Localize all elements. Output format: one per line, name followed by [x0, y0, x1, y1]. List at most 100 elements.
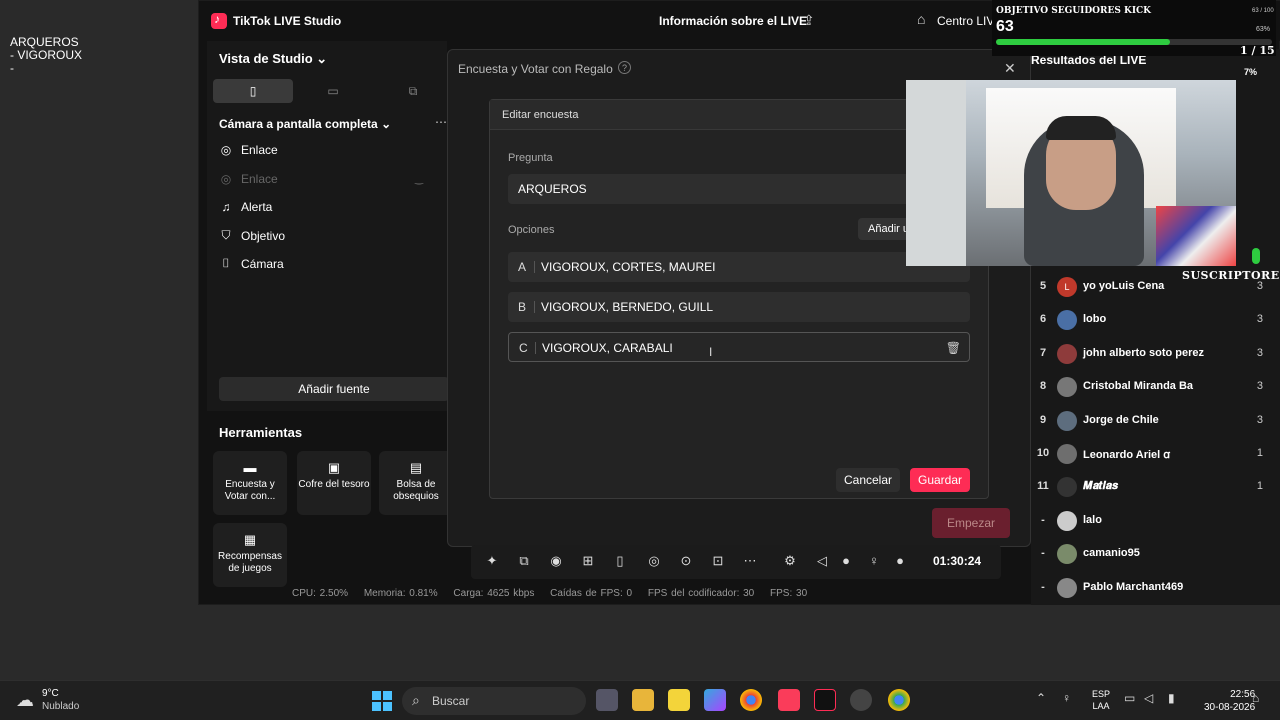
- add-source-button[interactable]: Añadir fuente: [219, 377, 449, 401]
- option-a-input[interactable]: A VIGOROUX, CORTES, MAUREI: [508, 252, 970, 282]
- source-alert[interactable]: ♫ Alerta: [219, 200, 273, 214]
- dual-view-icon[interactable]: ⧉: [373, 79, 453, 103]
- delete-icon[interactable]: 🗑: [946, 333, 961, 363]
- tool-poll[interactable]: ▬ Encuesta y Votar con...: [213, 451, 287, 515]
- sticky-notes-icon[interactable]: [668, 689, 690, 711]
- status-indicator: [1252, 248, 1260, 264]
- ranking-row[interactable]: - camanio95: [1035, 542, 1279, 566]
- cpu-stat: CPU: 2.50%: [292, 588, 349, 599]
- mic-volume-knob[interactable]: ●: [891, 553, 909, 568]
- chrome-profile-icon[interactable]: [888, 689, 910, 711]
- studio-view-dropdown[interactable]: Vista de Studio ⌄: [219, 51, 327, 67]
- user-name: 𝑴𝒂𝒕𝒊𝒂𝒔: [1083, 480, 1118, 493]
- chrome-icon[interactable]: [740, 689, 762, 711]
- add-media-icon[interactable]: ⊞: [579, 553, 597, 569]
- avatar: [1057, 577, 1077, 598]
- ranking-row[interactable]: 9 Jorge de Chile 3: [1035, 409, 1279, 433]
- effects-icon[interactable]: ✦: [483, 553, 501, 569]
- windows-start-icon[interactable]: [372, 691, 392, 711]
- user-name: john alberto soto perez: [1083, 346, 1205, 359]
- camera-settings-icon[interactable]: ◉: [547, 553, 565, 569]
- stream-toolbar: ✦ ⧉ ◉ ⊞ ▯ ◎ ⊙ ⊡ ⋯ ⚙ ◁ ● ♀ ● 01:30:24: [471, 545, 1001, 579]
- video-icon[interactable]: ⊡: [709, 553, 727, 569]
- monitor-icon[interactable]: ▭: [1124, 691, 1135, 705]
- microphone-tray-icon[interactable]: ♀: [1062, 691, 1071, 705]
- record-icon[interactable]: ◎: [645, 553, 663, 569]
- clock[interactable]: 22:56 30-08-2026: [1204, 688, 1255, 714]
- source-link-1[interactable]: ◎ Enlace: [219, 143, 278, 157]
- battery-icon[interactable]: ▮: [1168, 691, 1175, 705]
- more-icon[interactable]: ⋯: [741, 553, 759, 569]
- microphone-icon[interactable]: ♀: [865, 553, 883, 568]
- follower-goal-overlay: OBJETIVO SEGUIDORES KICK 63 63 / 100 63%: [992, 0, 1276, 56]
- source-camera[interactable]: ⌷ Cámara: [219, 256, 283, 271]
- more-options-icon[interactable]: ⋯: [435, 115, 447, 129]
- settings-sliders-icon[interactable]: ⚙: [781, 553, 799, 569]
- user-name: Pablo Marchant469: [1083, 580, 1184, 593]
- ranking-row[interactable]: 11 𝑴𝒂𝒕𝒊𝒂𝒔 1: [1035, 475, 1279, 499]
- goal-progress-bar: [996, 39, 1272, 45]
- cancel-button[interactable]: Cancelar: [836, 468, 900, 492]
- ranking-row[interactable]: 8 Cristobal Miranda Ba 3: [1035, 375, 1279, 399]
- dialog-title: Editar encuesta: [502, 109, 579, 121]
- save-button[interactable]: Guardar: [910, 468, 970, 492]
- chevron-down-icon: ⌄: [381, 117, 392, 131]
- share-icon[interactable]: ⇪: [803, 12, 815, 29]
- screenshot-icon[interactable]: ⊙: [677, 553, 695, 569]
- avatar: [1057, 544, 1077, 565]
- file-explorer-icon[interactable]: [632, 689, 654, 711]
- landscape-icon[interactable]: ▭: [293, 79, 373, 103]
- app-title: TikTok LIVE Studio: [233, 14, 342, 28]
- mobile-icon[interactable]: ▯: [611, 553, 629, 569]
- ranking-row[interactable]: - lalo: [1035, 509, 1279, 533]
- source-link-2[interactable]: ◎ Enlace ‿: [219, 172, 423, 186]
- fps-drops-stat: Caídas de FPS: 0: [550, 588, 633, 599]
- close-icon[interactable]: ✕: [1004, 60, 1016, 77]
- taskbar-search[interactable]: ⌕ Buscar: [402, 687, 586, 715]
- start-button[interactable]: Empezar: [932, 508, 1010, 538]
- tool-treasure-chest[interactable]: ▣ Cofre del tesoro: [297, 451, 371, 515]
- speaker-volume-knob[interactable]: ●: [837, 553, 855, 568]
- music-icon[interactable]: [778, 689, 800, 711]
- tiktok-taskbar-icon[interactable]: [814, 689, 836, 711]
- tools-title: Herramientas: [219, 425, 303, 440]
- cloud-icon[interactable]: ☁: [16, 690, 34, 711]
- portrait-icon[interactable]: ▯: [213, 79, 293, 103]
- ranking-row[interactable]: 6 lobo 3: [1035, 308, 1279, 332]
- question-input[interactable]: ARQUEROS: [508, 174, 968, 204]
- weather-desc[interactable]: Nublado: [42, 701, 79, 712]
- scene-dropdown[interactable]: Cámara a pantalla completa ⌄: [219, 117, 391, 131]
- copilot-icon[interactable]: [704, 689, 726, 711]
- goal-progress-fill: [996, 39, 1170, 45]
- sticker-icon[interactable]: ⧉: [515, 553, 533, 569]
- task-view-icon[interactable]: [596, 689, 618, 711]
- ranking-row[interactable]: - Pablo Marchant469: [1035, 576, 1279, 600]
- source-goal[interactable]: ⛉ Objetivo: [219, 228, 285, 243]
- user-name: yo yoLuis Cena: [1083, 280, 1165, 292]
- home-icon[interactable]: ⌂: [917, 11, 925, 27]
- ranking-row[interactable]: 10 Leonardo Ariel ꭤ 1: [1035, 442, 1279, 466]
- rank-number: -: [1041, 547, 1045, 560]
- live-info-link[interactable]: Información sobre el LIVE: [659, 14, 807, 28]
- user-score: 3: [1256, 346, 1263, 359]
- option-c-input[interactable]: C VIGOROUX, CARABALI 🗑: [508, 332, 970, 362]
- ranking-row[interactable]: 7 john alberto soto perez 3: [1035, 342, 1279, 366]
- tool-game-rewards[interactable]: ▦ Recompensas de juegos: [213, 523, 287, 587]
- user-name: Cristobal Miranda Ba: [1083, 380, 1194, 393]
- chevron-up-icon[interactable]: ⌃: [1036, 691, 1046, 705]
- user-name: camanio95: [1083, 547, 1140, 560]
- help-icon[interactable]: ?: [618, 61, 631, 74]
- language-indicator[interactable]: ESP LAA: [1092, 688, 1110, 712]
- hidden-eye-icon[interactable]: ‿: [415, 174, 423, 185]
- option-b-input[interactable]: B VIGOROUX, BERNEDO, GUILL: [508, 292, 970, 322]
- notification-icon[interactable]: ⌂: [1252, 691, 1259, 705]
- weather-temp[interactable]: 9°C: [42, 688, 59, 699]
- tool-gift-bag[interactable]: ▤ Bolsa de obsequios: [379, 451, 453, 515]
- option-text: VIGOROUX, CARABALI: [542, 341, 673, 355]
- overlay-pager: 1 / 15: [1240, 44, 1275, 57]
- webcam-feed: [906, 80, 1236, 266]
- obs-icon[interactable]: [850, 689, 872, 711]
- centro-live-link[interactable]: Centro LIV: [937, 14, 994, 28]
- volume-icon[interactable]: ◁: [1144, 691, 1153, 705]
- speaker-icon[interactable]: ◁: [813, 553, 831, 569]
